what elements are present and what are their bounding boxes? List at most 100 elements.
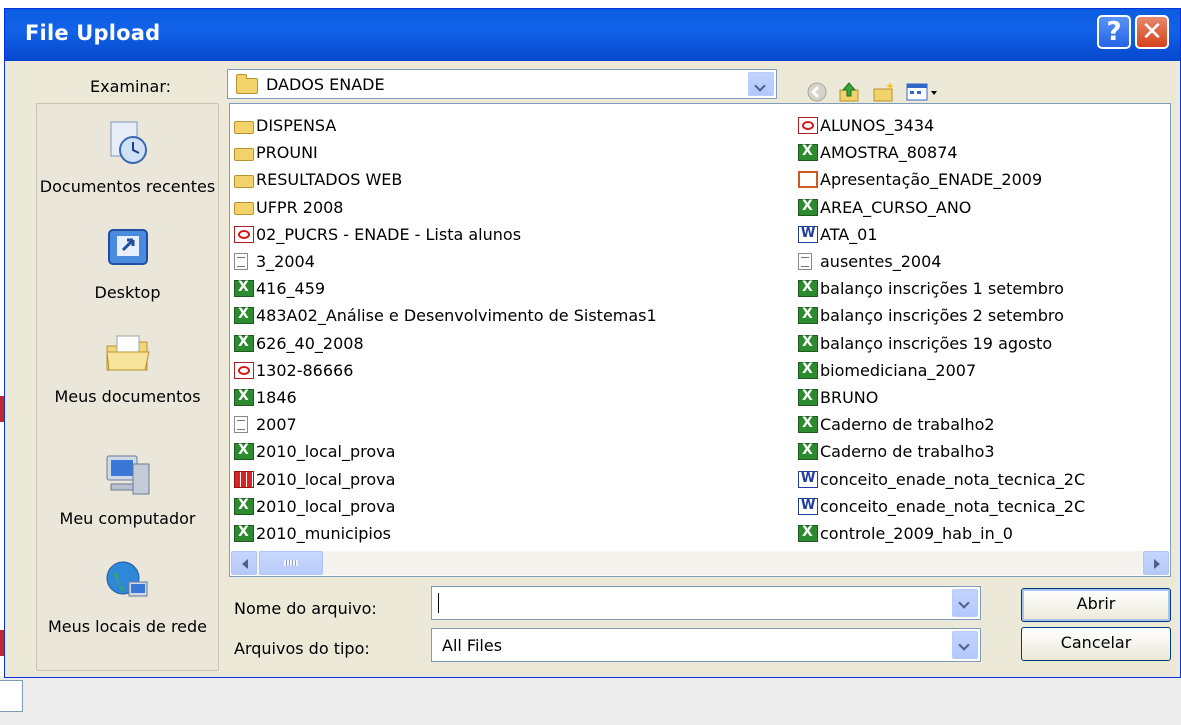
file-item[interactable]: PROUNI [234,139,790,166]
file-item[interactable]: ausentes_2004 [798,248,1168,275]
chevron-down-icon[interactable] [952,589,978,617]
chevron-down-icon[interactable] [748,72,774,96]
place-label: Meus locais de rede [47,617,208,636]
file-name: balanço inscrições 2 setembro [820,306,1064,326]
place-recent-documents[interactable]: Documentos recentes [37,118,218,197]
pdf-file-icon [234,225,254,243]
file-item[interactable]: RESULTADOS WEB [234,166,790,193]
place-my-computer[interactable]: Meu computador [37,450,218,529]
file-item[interactable]: 2010_municipios [234,520,790,547]
place-desktop[interactable]: Desktop [37,224,218,303]
file-item[interactable]: 416_459 [234,275,790,302]
file-name: 416_459 [256,279,326,299]
file-item[interactable]: conceito_enade_nota_tecnica_2C [798,465,1168,492]
file-item[interactable]: 483A02_Análise e Desenvolvimento de Sist… [234,302,790,329]
folder-icon [234,147,254,161]
network-places-icon [106,561,147,597]
file-item[interactable]: conceito_enade_nota_tecnica_2C [798,493,1168,520]
file-name: 2010_local_prova [256,496,396,516]
title-bar[interactable]: File Upload ? ✕ [5,9,1180,61]
file-item[interactable]: Caderno de trabalho2 [798,411,1168,438]
xls-file-icon [234,388,254,406]
file-item[interactable]: balanço inscrições 19 agosto [798,330,1168,357]
file-item[interactable]: BRUNO [798,384,1168,411]
file-item[interactable]: Apresentação_ENADE_2009 [798,166,1168,193]
filename-input[interactable] [431,586,981,620]
file-item[interactable]: 2007 [234,411,790,438]
file-column-right: ALUNOS_3434 AMOSTRA_80874 Apresentação_ENA… [798,112,1168,547]
file-item[interactable]: controle_2009_hab_in_0 [798,520,1168,547]
back-icon[interactable] [805,81,829,103]
file-name: 2007 [256,415,297,435]
place-network[interactable]: Meus locais de rede [37,558,218,637]
txt-file-icon [798,253,812,271]
file-item[interactable]: biomediciana_2007 [798,357,1168,384]
open-button[interactable]: Abrir [1021,588,1171,622]
doc-file-icon [798,225,818,243]
file-item[interactable]: ALUNOS_3434 [798,112,1168,139]
file-item[interactable]: balanço inscrições 1 setembro [798,275,1168,302]
filetype-dropdown[interactable]: All Files [431,628,981,662]
text-cursor [438,593,439,613]
new-folder-icon[interactable] [871,81,895,103]
file-item[interactable]: 2010_local_prova [234,438,790,465]
doc-file-icon [798,470,818,488]
file-item[interactable]: Caderno de trabalho3 [798,438,1168,465]
filename-label: Nome do arquivo: [234,599,377,618]
file-item[interactable]: DISPENSA [234,112,790,139]
file-item[interactable]: 626_40_2008 [234,330,790,357]
xls-file-icon [234,442,254,461]
pdf-file-icon [798,117,818,135]
close-button[interactable]: ✕ [1135,15,1169,49]
file-item[interactable]: UFPR 2008 [234,194,790,221]
file-item[interactable]: AMOSTRA_80874 [798,139,1168,166]
folder-icon [234,174,254,188]
file-name: Caderno de trabalho3 [820,442,995,462]
filetype-value: All Files [442,636,503,655]
file-name: conceito_enade_nota_tecnica_2C [820,496,1086,516]
xls-file-icon [798,198,818,216]
file-item[interactable]: 1846 [234,384,790,411]
file-name: Caderno de trabalho2 [820,415,995,435]
xls-file-icon [798,143,818,162]
file-name: UFPR 2008 [256,197,344,217]
horizontal-scrollbar[interactable] [231,551,1169,575]
look-in-label: Examinar: [90,77,172,96]
xls-file-icon [798,334,818,352]
file-item[interactable]: 2010_local_prova [234,465,790,492]
scroll-right-button[interactable] [1143,551,1169,575]
xls-file-icon [234,334,254,352]
pdf-file-icon [234,361,254,379]
file-item[interactable]: 1302-86666 [234,357,790,384]
view-menu-icon[interactable] [905,81,939,103]
chevron-down-icon[interactable] [952,631,978,659]
file-name: BRUNO [820,387,879,407]
file-list[interactable]: DISPENSA PROUNI RESULTADOS WEB UFPR 2008 02_… [229,103,1171,577]
cancel-button[interactable]: Cancelar [1021,627,1171,661]
file-name: 3_2004 [256,252,315,272]
scroll-left-button[interactable] [231,551,257,575]
place-my-documents[interactable]: Meus documentos [37,328,218,407]
file-name: controle_2009_hab_in_0 [820,523,1013,543]
file-name: 483A02_Análise e Desenvolvimento de Sist… [256,306,657,326]
up-folder-icon[interactable] [837,81,861,103]
background-tab[interactable] [0,680,23,712]
dialog-body: Examinar: DADOS ENADE Documentos recente… [8,61,1177,674]
file-item[interactable]: 3_2004 [234,248,790,275]
xls-file-icon [798,442,818,461]
file-name: 626_40_2008 [256,333,364,353]
file-item[interactable]: 02_PUCRS - ENADE - Lista alunos [234,221,790,248]
my-documents-icon [105,335,150,371]
xls-file-icon [234,524,254,542]
file-name: PROUNI [256,143,318,163]
folder-icon [234,120,254,134]
help-button[interactable]: ? [1097,15,1131,49]
file-item[interactable]: ATA_01 [798,221,1168,248]
look-in-dropdown[interactable]: DADOS ENADE [227,69,777,99]
file-name: AREA_CURSO_ANO [820,197,972,217]
file-item[interactable]: AREA_CURSO_ANO [798,194,1168,221]
scroll-thumb[interactable] [259,551,323,575]
file-item[interactable]: 2010_local_prova [234,493,790,520]
file-name: balanço inscrições 1 setembro [820,279,1064,299]
file-item[interactable]: balanço inscrições 2 setembro [798,302,1168,329]
